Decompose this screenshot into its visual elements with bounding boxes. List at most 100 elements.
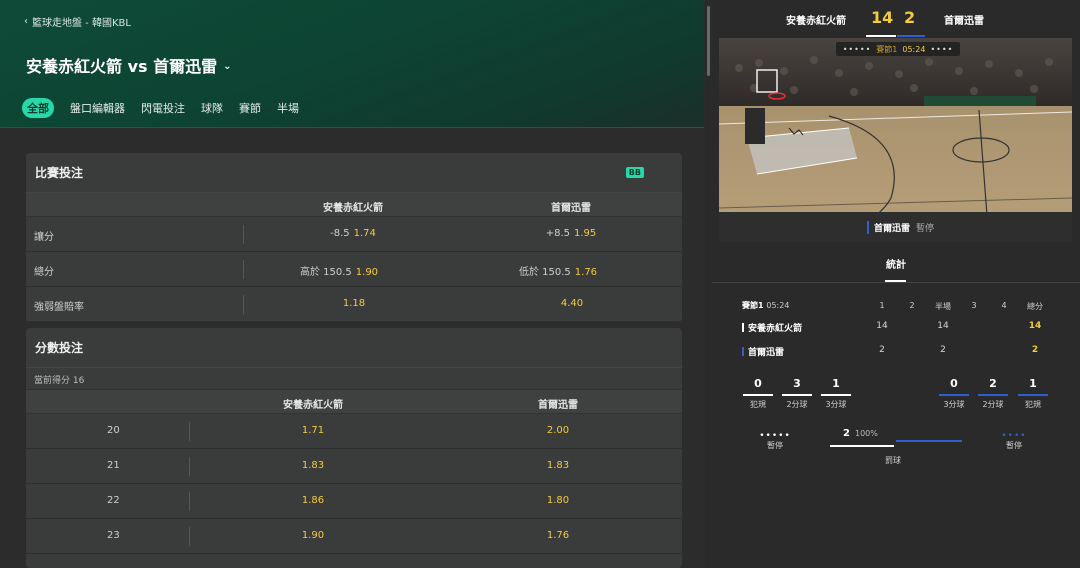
chevron-left-icon[interactable]: ‹ [24,16,28,27]
odds-button[interactable]: 1.90 [302,530,324,541]
away-team-label: 首爾迅雷 [748,348,785,358]
chevron-down-icon[interactable]: ⌄ [223,61,231,72]
odds-button[interactable]: 1.83 [547,460,569,471]
stat-bar [939,394,969,396]
col-q3: 3 [971,301,977,310]
stat-bar [743,394,773,396]
stat-bar [821,394,851,396]
possession-home-bar [830,445,894,447]
away-3pt-label: 3分球 [943,400,965,409]
stat-bar [782,394,812,396]
event-status: 首爾迅雷 暫停 [719,212,1072,242]
col-q4: 4 [1001,301,1007,310]
away-timeouts-label: 暫停 [1006,441,1022,450]
away-team-name: 首爾迅雷 [944,16,984,27]
panel-title: 比賽投注 [35,166,84,180]
tab-bet-builder[interactable]: 盤口編輯器 [70,98,125,118]
tab-stats[interactable]: 統計 [712,243,1080,283]
away-2pt: 2 2分球 [977,377,1009,410]
possession-away-bar [896,440,962,442]
odds-button[interactable]: 1.18 [343,298,365,309]
score-row: 23 1.90 1.76 [26,519,682,554]
market-label: 讓分 [34,232,54,243]
market-row-spread: 讓分 -8.5 1.74 +8.5 1.95 [26,217,682,252]
event-team: 首爾迅雷 [867,221,910,234]
odds-button[interactable]: 1.83 [302,460,324,471]
home-timeouts-label: 暫停 [767,441,783,450]
breadcrumb-text[interactable]: 籃球走地盤 - 韓國KBL [32,14,131,29]
divider [189,457,190,476]
odds-button[interactable]: 高於 150.5 1.90 [300,263,378,278]
home-timeouts-indicator: ••••• [759,431,791,441]
tab-teams[interactable]: 球隊 [201,98,223,118]
period-label: 賽節1 05:24 [742,300,789,311]
tab-all[interactable]: 全部 [22,98,54,118]
away-q1: 2 [879,345,885,355]
scrollbar-thumb[interactable] [707,6,710,76]
odds: 1.18 [342,298,366,309]
home-3pt: 1 3分球 [820,377,852,410]
match-title[interactable]: 安養赤紅火箭 vs 首爾迅雷 ⌄ [26,53,232,77]
score-row: 20 1.71 2.00 [26,414,682,449]
home-fouls: 0 犯規 [742,377,774,410]
column-away: 首爾迅雷 [551,203,591,214]
col-q1: 1 [879,301,885,310]
away-half: 2 [940,345,946,355]
divider [189,422,190,441]
home-half: 14 [937,321,949,331]
match-title-text: 安養赤紅火箭 vs 首爾迅雷 [26,57,218,76]
possession-percent: 100% [855,429,878,438]
divider [243,295,244,314]
away-timeouts-dots: •••• [930,44,954,54]
tab-quarters[interactable]: 賽節 [239,98,261,118]
odds: 1.95 [574,228,597,239]
home-team-row: 安養赤紅火箭 [742,321,802,334]
odds: 1.76 [574,267,598,278]
odds-button[interactable]: 低於 150.5 1.76 [519,263,597,278]
tab-half[interactable]: 半場 [277,98,299,118]
market-label: 總分 [34,267,54,278]
away-3pt: 0 3分球 [938,377,970,410]
away-2pt-value: 2 [989,377,997,390]
away-fouls-value: 1 [1029,377,1037,390]
divider [189,492,190,511]
home-total: 14 [1028,321,1042,331]
odds-button[interactable]: 1.71 [302,425,324,436]
market-row-total: 總分 高於 150.5 1.90 低於 150.5 1.76 [26,252,682,287]
match-header: ‹ 籃球走地盤 - 韓國KBL 安養赤紅火箭 vs 首爾迅雷 ⌄ 全部 盤口編輯… [0,0,704,128]
col-total: 總分 [1027,302,1043,311]
home-2pt-label: 2分球 [786,400,808,409]
away-total: 2 [1031,345,1039,355]
tab-quick-bet[interactable]: 閃電投注 [141,98,185,118]
handicap: -8.5 [330,228,350,239]
odds-button[interactable]: 1.80 [547,495,569,506]
away-timeouts-indicator: •••• [1001,431,1027,441]
event-text: 暫停 [916,224,935,234]
breadcrumb[interactable]: ‹ 籃球走地盤 - 韓國KBL [24,14,131,29]
away-color-bar [897,35,925,37]
away-team-marker [742,347,744,356]
home-3pt-label: 3分球 [825,400,847,409]
bet-builder-badge: BB [625,167,644,178]
away-fouls-label: 犯規 [1025,400,1041,409]
odds: 1.90 [355,267,379,278]
clock-time: 05:24 [902,44,926,54]
home-color-bar [866,35,896,37]
match-bets-panel: 比賽投注 BB 安養赤紅火箭 首爾迅雷 讓分 -8.5 1.74 +8.5 1.95… [26,153,682,322]
odds-button[interactable]: +8.5 1.95 [546,228,597,239]
panel-header[interactable]: 分數投注 [26,328,682,368]
home-team-name: 安養赤紅火箭 [786,16,846,27]
home-fouls-value: 0 [754,377,762,390]
panel-header[interactable]: 比賽投注 BB [26,153,682,193]
odds-button[interactable]: 2.00 [547,425,569,436]
tab-stats-label: 統計 [886,260,906,271]
odds-button[interactable]: 1.76 [547,530,569,541]
odds-button[interactable]: 1.86 [302,495,324,506]
col-q2: 2 [909,301,915,310]
odds-button[interactable]: 4.40 [561,298,583,309]
main-scrollbar[interactable] [706,0,711,568]
odds-button[interactable]: -8.5 1.74 [330,228,376,239]
market-label: 強弱盤賠率 [34,302,84,313]
away-timeouts: •••• 暫停 [996,432,1032,451]
live-panel: 安養赤紅火箭 14 2 首爾迅雷 ••••• 賽節1 05:24 •••• 首爾… [712,0,1080,568]
